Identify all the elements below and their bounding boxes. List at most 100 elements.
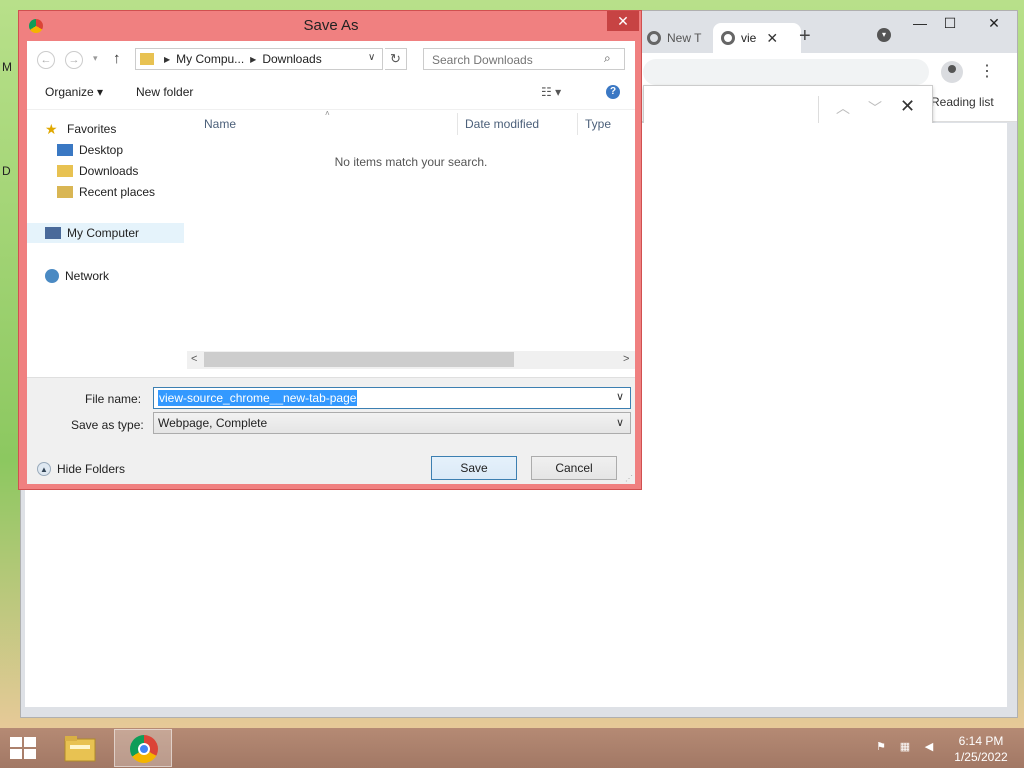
column-divider[interactable] (457, 113, 458, 135)
address-bar[interactable] (643, 59, 929, 85)
column-header-date-modified[interactable]: Date modified (465, 117, 539, 131)
help-icon[interactable]: ? (606, 85, 620, 99)
search-input[interactable] (424, 49, 604, 71)
tab-search-icon[interactable]: ▾ (877, 28, 891, 42)
nav-item-recent-places[interactable]: Recent places (57, 182, 155, 202)
horizontal-scrollbar[interactable]: < > (187, 351, 635, 369)
desktop-icon (57, 144, 73, 156)
window-close-button[interactable]: ✕ (977, 13, 1011, 33)
sort-arrow-icon: ˄ (325, 109, 330, 118)
clock-date[interactable]: 1/25/2022 (948, 750, 1014, 764)
close-icon[interactable]: ✕ (766, 30, 778, 47)
save-as-dialog: Save As ✕ ← → ▾ ↑ ▶ My Compu... ▶ Downlo… (18, 10, 642, 490)
file-explorer-taskbar-button[interactable] (62, 733, 98, 763)
windows-logo-icon (24, 749, 36, 759)
tab-label: vie (741, 31, 757, 45)
menu-icon[interactable]: ⋮ (979, 61, 995, 81)
forward-button[interactable]: → (65, 51, 83, 69)
tab-label: New T (667, 31, 702, 45)
chrome-icon (721, 31, 735, 45)
new-folder-button[interactable]: New folder (136, 85, 193, 99)
scrollbar-thumb[interactable] (204, 352, 514, 367)
start-button[interactable] (10, 737, 38, 759)
find-close-button[interactable]: ✕ (900, 96, 915, 117)
network-icon[interactable]: ▦ (898, 740, 912, 754)
nav-item-label: My Computer (67, 226, 140, 240)
clock-time[interactable]: 6:14 PM (948, 734, 1014, 748)
file-name-input[interactable]: view-source_chrome__new-tab-page ∨ (153, 387, 631, 409)
tab-view-source[interactable]: vie ✕ (713, 23, 801, 53)
volume-icon[interactable]: ◀ (922, 740, 936, 754)
navigation-pane: ★ Favorites Desktop Downloads Recent pla… (27, 109, 185, 375)
nav-item-favorites[interactable]: ★ Favorites (45, 119, 116, 139)
profile-icon[interactable] (941, 61, 963, 83)
up-button[interactable]: ↑ (113, 50, 121, 67)
recent-locations-button[interactable]: ▾ (93, 53, 98, 64)
find-next-button[interactable]: ﹀ (868, 98, 882, 118)
scroll-left-button[interactable]: < (191, 353, 197, 365)
nav-item-label: Desktop (79, 143, 124, 157)
file-list: ˄ Name Date modified Type No items match… (187, 109, 635, 375)
dialog-title: Save As (303, 17, 359, 34)
nav-item-downloads[interactable]: Downloads (57, 161, 138, 181)
organize-button[interactable]: Organize ▾ (45, 85, 103, 99)
back-button[interactable]: ← (37, 51, 55, 69)
cancel-button[interactable]: Cancel (531, 456, 617, 480)
search-box: ⌕ (423, 48, 625, 71)
desktop-icon-label: D (2, 164, 11, 178)
minimize-button[interactable]: — (905, 13, 935, 33)
breadcrumb-item-my-computer[interactable]: My Compu... (176, 52, 244, 66)
chevron-down-icon[interactable]: ∨ (368, 52, 375, 63)
empty-state-message: No items match your search. (334, 155, 488, 169)
chevron-right-icon: ▶ (250, 54, 257, 64)
nav-item-my-computer[interactable]: My Computer (27, 223, 184, 243)
chevron-up-icon: ▲ (37, 462, 51, 476)
dialog-titlebar[interactable]: Save As ✕ (19, 11, 643, 41)
scroll-right-button[interactable]: > (623, 353, 629, 365)
nav-item-network[interactable]: Network (45, 266, 109, 286)
network-icon (45, 269, 59, 283)
save-options-panel: File name: view-source_chrome__new-tab-p… (27, 377, 635, 484)
desktop-icon-label: M (2, 60, 12, 74)
star-icon: ★ (45, 120, 58, 137)
nav-item-label: Favorites (67, 122, 117, 136)
column-header-type[interactable]: Type (585, 117, 611, 131)
save-button[interactable]: Save (431, 456, 517, 480)
reading-list-button[interactable]: Reading list (931, 95, 994, 109)
column-divider[interactable] (577, 113, 578, 135)
breadcrumb-item-downloads[interactable]: Downloads (262, 52, 321, 66)
recent-places-icon (57, 186, 73, 198)
navigation-bar: ← → ▾ ↑ ▶ My Compu... ▶ Downloads ∨ ↻ ⌕ (27, 41, 635, 77)
refresh-button[interactable]: ↻ (385, 48, 407, 70)
windows-logo-icon (10, 749, 22, 759)
hide-folders-button[interactable]: ▲ Hide Folders (37, 462, 125, 476)
chrome-taskbar-button[interactable] (114, 729, 172, 767)
windows-logo-icon (10, 737, 22, 747)
breadcrumb[interactable]: ▶ My Compu... ▶ Downloads ∨ (135, 48, 383, 70)
nav-item-desktop[interactable]: Desktop (57, 140, 123, 160)
hide-folders-label: Hide Folders (57, 462, 126, 476)
divider (818, 96, 819, 126)
view-options-button[interactable]: ☷ ▾ (541, 85, 561, 99)
column-header-name[interactable]: Name (204, 117, 236, 131)
find-previous-button[interactable]: ︿ (836, 98, 850, 118)
action-center-icon[interactable]: ⚑ (874, 740, 888, 754)
dialog-body: ← → ▾ ↑ ▶ My Compu... ▶ Downloads ∨ ↻ ⌕ … (27, 41, 635, 484)
maximize-button[interactable]: ☐ (935, 13, 965, 33)
new-tab-button[interactable]: + (799, 25, 811, 48)
chevron-down-icon[interactable]: ∨ (616, 390, 624, 403)
nav-item-label: Recent places (79, 185, 156, 199)
save-type-value: Webpage, Complete (158, 416, 268, 430)
folder-icon (64, 736, 96, 762)
resize-grip-icon[interactable]: ⋰ (625, 474, 633, 483)
taskbar: ⚑ ▦ ◀ 6:14 PM 1/25/2022 (0, 728, 1024, 768)
search-icon[interactable]: ⌕ (604, 51, 611, 66)
nav-item-label: Downloads (79, 164, 139, 178)
tab-new-tab[interactable]: New T (639, 23, 711, 53)
chrome-icon (130, 735, 158, 763)
save-type-select[interactable]: Webpage, Complete ∨ (153, 412, 631, 434)
dialog-close-button[interactable]: ✕ (607, 11, 639, 31)
chevron-down-icon[interactable]: ∨ (616, 416, 624, 429)
chrome-icon (647, 31, 661, 45)
computer-icon (45, 227, 61, 239)
